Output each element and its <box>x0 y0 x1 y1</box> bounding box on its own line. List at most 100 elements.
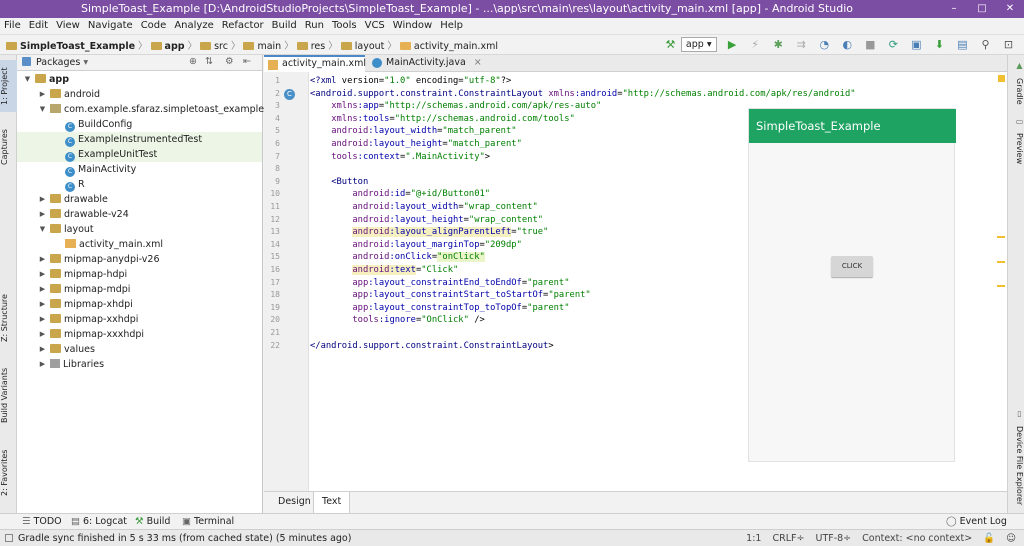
expand-arrow-icon[interactable]: ▶ <box>38 327 47 342</box>
locate-icon[interactable]: ⊕ <box>189 56 197 67</box>
tab-design[interactable]: Design <box>270 492 319 513</box>
tab-main-activity[interactable]: MainActivity.java × <box>368 55 482 72</box>
tree-item[interactable]: ▼ com.example.sfaraz.simpletoast_example <box>17 102 264 117</box>
build-hammer-icon[interactable]: ⚒ <box>663 37 678 52</box>
breadcrumb-main[interactable]: main <box>257 41 281 52</box>
breadcrumb-src[interactable]: src <box>214 41 228 52</box>
tree-item[interactable]: ▶ Libraries <box>17 357 262 372</box>
tree-item[interactable]: ▶ mipmap-xxhdpi <box>17 312 262 327</box>
project-structure-icon[interactable]: ▤ <box>955 37 970 52</box>
expand-arrow-icon[interactable]: ▶ <box>38 87 47 102</box>
warning-marker[interactable] <box>998 75 1005 82</box>
context-indicator[interactable]: Context: <no context> <box>862 533 972 544</box>
expand-arrow-icon[interactable]: ▶ <box>38 312 47 327</box>
maximize-button[interactable]: □ <box>968 0 996 18</box>
hide-panel-icon[interactable]: ⇤ <box>243 56 251 67</box>
tree-item[interactable]: ▶ android <box>17 87 262 102</box>
expand-arrow-icon[interactable]: ▶ <box>38 297 47 312</box>
todo-button[interactable]: ☰ TODO <box>22 516 62 527</box>
tree-item[interactable]: ▼ app <box>17 72 262 87</box>
tab-device-file-explorer[interactable]: Device File Explorer <box>1007 421 1024 511</box>
gear-icon[interactable]: ⚙ <box>225 56 234 67</box>
expand-arrow-icon[interactable]: ▶ <box>38 192 47 207</box>
tree-item[interactable]: C ExampleUnitTest <box>17 147 262 162</box>
tab-build-variants[interactable]: Build Variants <box>0 360 17 430</box>
warning-stripe[interactable] <box>997 285 1005 287</box>
tree-item[interactable]: ▶ mipmap-hdpi <box>17 267 262 282</box>
tab-text[interactable]: Text <box>313 492 351 513</box>
tree-item[interactable]: activity_main.xml <box>17 237 262 252</box>
avd-manager-icon[interactable]: ▣ <box>909 37 924 52</box>
status-window-icon[interactable] <box>5 534 13 542</box>
menu-code[interactable]: Code <box>137 18 171 31</box>
minimize-button[interactable]: – <box>940 0 968 18</box>
expand-arrow-icon[interactable]: ▶ <box>38 357 47 372</box>
breadcrumb-app[interactable]: app <box>165 41 185 52</box>
warning-stripe[interactable] <box>997 261 1005 263</box>
menu-navigate[interactable]: Navigate <box>84 18 137 31</box>
tree-item[interactable]: ▶ drawable <box>17 192 262 207</box>
breadcrumb-project[interactable]: SimpleToast_Example <box>20 41 135 52</box>
warning-stripe[interactable] <box>997 236 1005 238</box>
expand-arrow-icon[interactable]: ▶ <box>38 267 47 282</box>
sdk-manager-icon[interactable]: ⬇ <box>932 37 947 52</box>
tab-activity-main[interactable]: activity_main.xml× <box>264 55 382 72</box>
collapse-arrow-icon[interactable]: ▼ <box>38 102 47 117</box>
menu-view[interactable]: View <box>52 18 84 31</box>
tree-item[interactable]: ▼ layout <box>17 222 262 237</box>
tab-gradle[interactable]: Gradle <box>1007 73 1024 109</box>
tab-captures[interactable]: Captures <box>0 123 17 171</box>
tree-item[interactable]: ▶ mipmap-anydpi-v26 <box>17 252 262 267</box>
close-button[interactable]: ✕ <box>996 0 1024 18</box>
collapse-all-icon[interactable]: ⇅ <box>205 56 213 67</box>
event-log-button[interactable]: ◯ Event Log <box>946 516 1007 527</box>
inspector-icon[interactable]: ☺ <box>1006 533 1016 544</box>
expand-arrow-icon[interactable]: ▶ <box>38 252 47 267</box>
menu-vcs[interactable]: VCS <box>361 18 389 31</box>
terminal-button[interactable]: ▣ Terminal <box>182 516 234 527</box>
view-selector[interactable]: Packages ▾ <box>36 57 88 68</box>
apply-changes-icon[interactable]: ⚡ <box>748 37 763 52</box>
tab-favorites[interactable]: 2: Favorites <box>0 443 17 503</box>
expand-arrow-icon[interactable]: ▶ <box>38 342 47 357</box>
breadcrumb-res[interactable]: res <box>311 41 326 52</box>
tab-project[interactable]: 1: Project <box>0 60 17 112</box>
build-button[interactable]: ⚒ Build <box>135 516 170 527</box>
line-separator[interactable]: CRLF÷ <box>773 533 805 544</box>
tree-item[interactable]: ▶ values <box>17 342 262 357</box>
tab-structure[interactable]: Z: Structure <box>0 288 17 348</box>
tree-item[interactable]: ▶ mipmap-xxxhdpi <box>17 327 262 342</box>
stop-icon[interactable]: ■ <box>863 37 878 52</box>
file-encoding[interactable]: UTF-8÷ <box>815 533 851 544</box>
class-gutter-icon[interactable]: C <box>284 89 295 100</box>
lock-icon[interactable]: 🔓 <box>983 533 995 544</box>
menu-build[interactable]: Build <box>268 18 301 31</box>
menu-run[interactable]: Run <box>301 18 328 31</box>
tab-preview[interactable]: Preview <box>1007 129 1024 169</box>
layout-inspector-icon[interactable]: ⊡ <box>1001 37 1016 52</box>
menu-analyze[interactable]: Analyze <box>170 18 217 31</box>
close-tab-icon[interactable]: × <box>474 57 482 68</box>
profile-icon[interactable]: ◔ <box>817 37 832 52</box>
tree-item[interactable]: CR <box>17 177 262 192</box>
search-icon[interactable]: ⚲ <box>978 37 993 52</box>
debug-icon[interactable]: ✱ <box>771 37 786 52</box>
menu-help[interactable]: Help <box>436 18 467 31</box>
menu-file[interactable]: File <box>0 18 25 31</box>
menu-refactor[interactable]: Refactor <box>218 18 268 31</box>
attach-debugger-icon[interactable]: ⇉ <box>794 37 809 52</box>
run-icon[interactable]: ▶ <box>725 37 740 52</box>
tree-item[interactable]: ▶ mipmap-mdpi <box>17 282 262 297</box>
collapse-arrow-icon[interactable]: ▼ <box>38 222 47 237</box>
menu-tools[interactable]: Tools <box>328 18 361 31</box>
tree-item[interactable]: C BuildConfig <box>17 117 262 132</box>
preview-click-button[interactable]: CLICK <box>831 256 873 277</box>
logcat-button[interactable]: ▤ 6: Logcat <box>71 516 127 527</box>
breadcrumb-layout[interactable]: layout <box>355 41 385 52</box>
tree-item[interactable]: C MainActivity <box>17 162 262 177</box>
caret-position[interactable]: 1:1 <box>746 533 761 544</box>
tree-item[interactable]: ▶ drawable-v24 <box>17 207 262 222</box>
breadcrumb-file[interactable]: activity_main.xml <box>414 41 498 52</box>
expand-arrow-icon[interactable]: ▶ <box>38 207 47 222</box>
run-config-select[interactable]: app ▾ <box>680 37 717 52</box>
